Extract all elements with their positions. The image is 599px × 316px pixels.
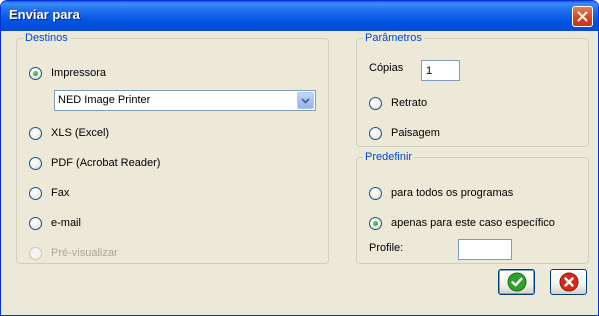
radio-este-caso[interactable]: apenas para este caso específico (369, 215, 555, 231)
radio-xls-label: XLS (Excel) (51, 127, 110, 139)
radio-retrato-circle[interactable] (369, 96, 382, 110)
radio-paisagem-label: Paisagem (391, 127, 440, 139)
radio-impressora[interactable]: Impressora (29, 65, 106, 81)
predefinir-group: Predefinir para todos os programas apena… (356, 151, 589, 264)
parametros-group: Parâmetros Cópias Retrato Paisagem (356, 32, 589, 147)
radio-todos-programas-label: para todos os programas (391, 187, 514, 199)
radio-retrato-label: Retrato (391, 97, 428, 109)
radio-pre-visualizar-circle (29, 246, 42, 260)
radio-pre-visualizar-label: Pré-visualizar (51, 247, 118, 259)
radio-email-label: e-mail (51, 217, 81, 229)
ok-button[interactable] (498, 269, 535, 295)
cancel-button[interactable] (550, 269, 587, 295)
radio-impressora-label: Impressora (51, 67, 107, 79)
radio-todos-programas-circle[interactable] (369, 186, 382, 200)
close-button[interactable] (572, 6, 593, 27)
copias-input[interactable] (421, 60, 460, 81)
destinos-group: Destinos Impressora NED Image Printer XL… (16, 32, 329, 264)
radio-xls[interactable]: XLS (Excel) (29, 125, 109, 141)
green-check-icon (507, 272, 526, 292)
chevron-down-icon (301, 97, 310, 104)
printer-select-value: NED Image Printer (58, 94, 151, 106)
radio-email-circle[interactable] (29, 216, 42, 230)
profile-label: Profile: (369, 242, 404, 254)
title-bar[interactable]: Enviar para (1, 1, 598, 31)
radio-pdf-circle[interactable] (29, 156, 42, 170)
destinos-legend: Destinos (23, 32, 70, 45)
radio-fax-label: Fax (51, 187, 70, 199)
radio-email[interactable]: e-mail (29, 215, 81, 231)
dialog-window: Enviar para Destinos Impressora NED Imag… (0, 0, 599, 316)
radio-pdf-label: PDF (Acrobat Reader) (51, 157, 161, 169)
radio-retrato[interactable]: Retrato (369, 95, 427, 111)
radio-este-caso-label: apenas para este caso específico (391, 217, 555, 229)
close-icon (577, 11, 588, 22)
radio-fax[interactable]: Fax (29, 185, 69, 201)
radio-fax-circle[interactable] (29, 186, 42, 200)
radio-este-caso-circle[interactable] (369, 216, 382, 230)
radio-paisagem[interactable]: Paisagem (369, 125, 440, 141)
profile-input[interactable] (458, 239, 512, 260)
radio-impressora-circle[interactable] (29, 66, 42, 80)
parametros-legend: Parâmetros (363, 32, 424, 45)
radio-xls-circle[interactable] (29, 126, 42, 140)
window-title: Enviar para (9, 7, 80, 22)
printer-select-dropdown-button[interactable] (297, 92, 314, 109)
radio-todos-programas[interactable]: para todos os programas (369, 185, 513, 201)
copias-label: Cópias (369, 62, 404, 74)
radio-paisagem-circle[interactable] (369, 126, 382, 140)
predefinir-legend: Predefinir (363, 151, 415, 164)
radio-pdf[interactable]: PDF (Acrobat Reader) (29, 155, 160, 171)
radio-pre-visualizar: Pré-visualizar (29, 245, 118, 261)
printer-select[interactable]: NED Image Printer (54, 90, 316, 111)
red-x-icon (559, 272, 578, 292)
